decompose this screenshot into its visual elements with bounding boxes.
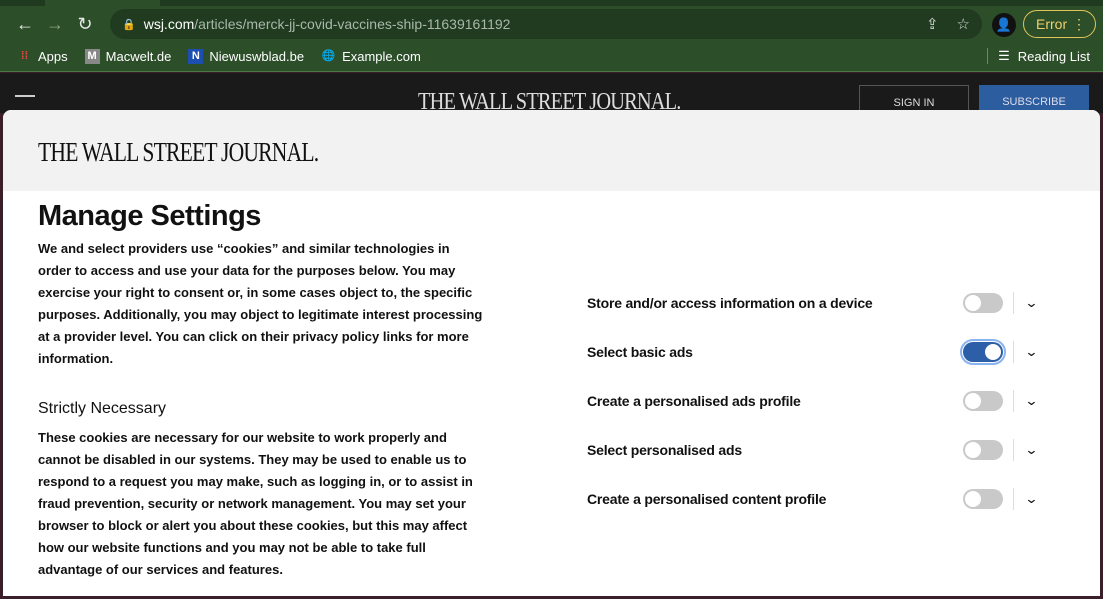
- bookmarks-bar: ⁞⁞ Apps M Macwelt.de N Niewuswblad.be 🌐 Exam…: [0, 42, 1103, 72]
- reload-icon[interactable]: ↻: [70, 14, 100, 35]
- toggle-knob: [965, 441, 981, 458]
- bookmark-example[interactable]: 🌐 Example.com: [321, 49, 421, 64]
- bookmark-label: Macwelt.de: [105, 49, 172, 64]
- chevron-down-icon[interactable]: ⌄: [1024, 491, 1038, 507]
- toggle-knob: [965, 392, 981, 409]
- purpose-label: Select personalised ads: [587, 441, 742, 458]
- globe-icon: 🌐: [321, 50, 336, 62]
- macwelt-icon: M: [84, 49, 100, 64]
- divider: [1013, 438, 1014, 461]
- intro-text: We and select providers use “cookies” an…: [38, 241, 483, 366]
- error-label: Error: [1036, 16, 1068, 32]
- apps-grid-icon: ⁞⁞: [20, 50, 29, 62]
- star-icon[interactable]: ☆: [957, 15, 970, 33]
- chevron-down-icon[interactable]: ⌄: [1024, 344, 1038, 360]
- chevron-down-icon[interactable]: ⌄: [1024, 393, 1038, 409]
- purpose-row: Select personalised ads ⌄: [587, 425, 1047, 474]
- nieuwsblad-icon: N: [188, 49, 204, 64]
- chevron-down-icon[interactable]: ⌄: [1024, 442, 1038, 458]
- reading-list-label: Reading List: [1017, 48, 1090, 64]
- modal-title: Manage Settings: [38, 200, 261, 232]
- more-icon: ⋮: [1072, 16, 1086, 32]
- divider: [1013, 389, 1014, 412]
- consent-modal: THE WALL STREET JOURNAL. Manage Settings…: [3, 110, 1100, 596]
- purpose-row: Create a personalised ads profile ⌄: [587, 376, 1047, 425]
- purpose-row: Store and/or access information on a dev…: [587, 278, 1047, 327]
- purpose-label: Create a personalised content profile: [587, 490, 827, 507]
- profile-avatar[interactable]: 👤: [992, 13, 1016, 37]
- divider: [1013, 340, 1014, 363]
- purpose-toggle[interactable]: [963, 292, 1003, 313]
- divider: [1013, 291, 1014, 314]
- purpose-row: Select basic ads ⌄: [587, 327, 1047, 376]
- menu-icon[interactable]: [15, 95, 35, 97]
- toggle-knob: [965, 294, 981, 311]
- purpose-toggle[interactable]: [963, 390, 1003, 411]
- purpose-label: Create a personalised ads profile: [587, 392, 801, 409]
- browser-toolbar: ← → ↻ 🔒 wsj.com/articles/merck-jj-covid-…: [0, 6, 1103, 42]
- lock-icon: 🔒: [122, 18, 136, 31]
- strictly-necessary-text: These cookies are necessary for our webs…: [38, 430, 473, 577]
- purpose-toggle[interactable]: [963, 439, 1003, 460]
- bookmark-nieuwsblad[interactable]: N Niewuswblad.be: [188, 49, 304, 64]
- error-button[interactable]: Error ⋮: [1023, 10, 1096, 38]
- url-host: wsj.com: [143, 16, 195, 32]
- bookmark-label: Example.com: [342, 49, 421, 64]
- url-path: /articles/merck-jj-covid-vaccines-ship-1…: [194, 16, 511, 32]
- purpose-row: Create a personalised content profile ⌄: [587, 474, 1047, 523]
- bookmark-macwelt[interactable]: M Macwelt.de: [84, 49, 172, 64]
- strictly-necessary-title: Strictly Necessary: [38, 400, 167, 417]
- purpose-toggle[interactable]: [960, 338, 1006, 365]
- forward-icon[interactable]: →: [40, 14, 70, 35]
- purpose-label: Store and/or access information on a dev…: [587, 294, 873, 311]
- modal-logo: THE WALL STREET JOURNAL.: [38, 137, 319, 167]
- purpose-toggle[interactable]: [963, 488, 1003, 509]
- bookmark-apps[interactable]: ⁞⁞ Apps: [17, 49, 68, 64]
- back-icon[interactable]: ←: [10, 14, 40, 35]
- bookmark-label: Apps: [38, 49, 68, 64]
- chevron-down-icon[interactable]: ⌄: [1024, 295, 1038, 311]
- reading-list-icon: ☰: [998, 48, 1010, 63]
- bookmark-label: Niewuswblad.be: [209, 49, 305, 64]
- site-header: THE WALL STREET JOURNAL. SIGN IN SUBSCRI…: [0, 73, 1103, 115]
- reading-list-button[interactable]: ☰ Reading List: [987, 48, 1090, 64]
- purpose-label: Select basic ads: [587, 343, 693, 360]
- divider: [1013, 487, 1014, 510]
- purpose-list: Store and/or access information on a dev…: [587, 278, 1047, 523]
- toggle-knob: [985, 343, 1001, 360]
- address-bar[interactable]: 🔒 wsj.com/articles/merck-jj-covid-vaccin…: [110, 9, 982, 39]
- share-icon[interactable]: ⇪: [926, 15, 939, 33]
- toggle-knob: [965, 490, 981, 507]
